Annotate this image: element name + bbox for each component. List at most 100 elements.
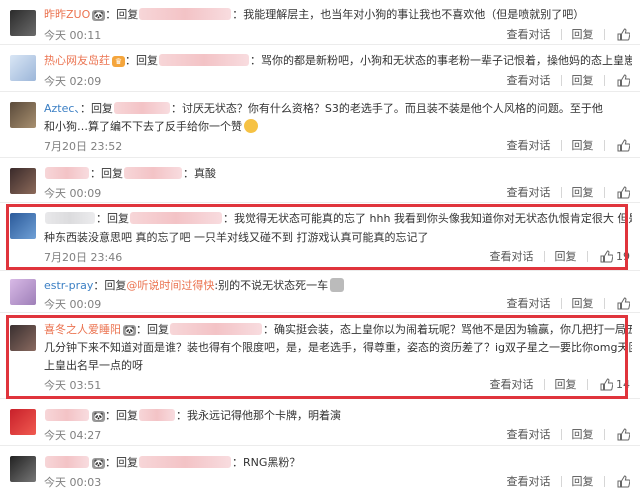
thumbs-up-icon[interactable] <box>617 185 630 199</box>
comment-actions: 查看对话 回复 <box>497 426 630 442</box>
comment-body: 几分钟下来不知道对面是谁？装也得有个限度吧，是，是老选手，得尊重，姿态的资历差了… <box>44 341 632 354</box>
reply-link[interactable]: 回复 <box>572 295 594 311</box>
avatar[interactable] <box>10 55 36 81</box>
divider <box>543 378 545 390</box>
thumbs-up-icon[interactable] <box>617 73 630 87</box>
avatar[interactable] <box>10 409 36 435</box>
view-conversation-link[interactable]: 查看对话 <box>490 376 534 392</box>
divider <box>603 74 605 86</box>
avatar[interactable] <box>10 213 36 239</box>
reply-link[interactable]: 回复 <box>572 72 594 88</box>
divider <box>560 74 562 86</box>
avatar[interactable] <box>10 168 36 194</box>
comment-item: 🐼 ：回复 ：我永远记得他那个卡牌，明着演 今天 04:27 查看对话 回复 <box>0 399 640 446</box>
like-count: 19 <box>616 249 630 263</box>
reply-link[interactable]: 回复 <box>572 26 594 42</box>
reply-prefix: 回复 <box>116 456 138 469</box>
reply-prefix: 回复 <box>136 54 158 67</box>
timestamp: 7月20日 23:46 <box>44 251 123 264</box>
username[interactable]: Aztec、 <box>44 102 80 115</box>
avatar[interactable] <box>10 279 36 305</box>
comment-actions: 查看对话 回复 <box>497 295 630 311</box>
comment-actions: 查看对话 回复 <box>497 72 630 88</box>
thumbs-up-icon[interactable] <box>600 249 613 263</box>
comment-text: ：回复 ：真酸 <box>44 163 632 185</box>
divider <box>560 475 562 487</box>
username[interactable]: 热心网友岛荭 <box>44 54 110 67</box>
reply-link[interactable]: 回复 <box>572 184 594 200</box>
blurred-username <box>159 54 249 66</box>
blurred-username <box>139 8 232 20</box>
blurred-username <box>45 456 89 468</box>
mention-link[interactable]: @听说时间过得快 <box>126 279 214 292</box>
comment-text: estr-pray：回复@听说时间过得快:别的不说无状态死一车 <box>44 275 632 297</box>
comment-body: 和小狗…算了编不下去了反手给你一个赞 <box>44 120 242 133</box>
panda-badge-icon: 🐼 <box>92 10 106 21</box>
username[interactable]: 喜冬之人爱睡阳 <box>44 323 121 336</box>
comment-text: 昨昨ZUO 🐼 ：回复 ：我能理解层主，也当年对小狗的事让我也不喜欢他（但是喷就别了吧… <box>44 8 585 21</box>
avatar[interactable] <box>10 456 36 482</box>
divider <box>560 297 562 309</box>
comment-body: 我能理解层主，也当年对小狗的事让我也不喜欢他（但是喷就别了吧） <box>243 8 585 21</box>
avatar[interactable] <box>10 102 36 128</box>
comment-item: 热心网友岛荭 ♛ ：回复 ：骂你的都是新粉吧，小狗和无状态的事老粉一辈子记恨着，操他妈… <box>0 45 640 92</box>
panda-badge-icon: 🐼 <box>92 458 105 469</box>
comment-actions: 查看对话 回复 <box>497 137 630 153</box>
thumbs-up-icon[interactable] <box>617 474 630 488</box>
timestamp: 7月20日 23:52 <box>44 140 123 153</box>
comment-text: 🐼 ：回复 ：RNG黑粉？ <box>44 452 632 474</box>
view-conversation-link[interactable]: 查看对话 <box>507 137 551 153</box>
username[interactable]: estr-pray <box>44 279 93 292</box>
thumbs-up-icon[interactable] <box>617 427 630 441</box>
reply-link[interactable]: 回复 <box>555 248 577 264</box>
view-conversation-link[interactable]: 查看对话 <box>507 26 551 42</box>
view-conversation-link[interactable]: 查看对话 <box>507 426 551 442</box>
comment-item: 喜冬之人爱睡阳 🐼 ：回复 ：确实挺会装，态上皇你以为闹着玩呢？骂他不是因为输赢，你几… <box>0 313 640 399</box>
divider <box>560 428 562 440</box>
comment-actions: 查看对话 回复 <box>497 184 630 200</box>
verified-badge-icon: ♛ <box>112 56 125 67</box>
timestamp: 今天 00:09 <box>44 187 102 200</box>
comment-text-cont: 上皇出名早一点的呀 <box>44 355 632 377</box>
reply-prefix: 回复 <box>147 323 169 336</box>
reply-link[interactable]: 回复 <box>555 376 577 392</box>
username[interactable]: 昨昨ZUO <box>44 8 90 21</box>
divider <box>586 250 588 262</box>
view-conversation-link[interactable]: 查看对话 <box>507 473 551 489</box>
comment-body: 我觉得无状态可能真的忘了 hhh 我看到你头像我知道你对无状态仇恨肯定很大 但是… <box>234 212 632 225</box>
divider <box>560 139 562 151</box>
comment-item: estr-pray：回复@听说时间过得快:别的不说无状态死一车 今天 00:09… <box>0 271 640 313</box>
thumbs-up-icon[interactable] <box>600 377 613 391</box>
thumbs-up-icon[interactable] <box>617 27 630 41</box>
divider <box>603 428 605 440</box>
blurred-username <box>130 212 222 224</box>
blurred-username <box>170 323 262 335</box>
comment-text-cont: 种东西装没意思吧 真的忘了吧 一只羊对线又碰不到 打游戏认真可能真的忘记了 <box>44 227 632 249</box>
comment-actions: 查看对话 回复 <box>497 26 630 42</box>
view-conversation-link[interactable]: 查看对话 <box>507 72 551 88</box>
view-conversation-link[interactable]: 查看对话 <box>507 295 551 311</box>
timestamp: 今天 02:09 <box>44 75 102 88</box>
comment-text: 热心网友岛荭 ♛ ：回复 ：骂你的都是新粉吧，小狗和无状态的事老粉一辈子记恨着，操他妈… <box>44 50 632 72</box>
divider <box>543 250 545 262</box>
avatar[interactable] <box>10 325 36 351</box>
comment-body: 真酸 <box>194 167 216 180</box>
view-conversation-link[interactable]: 查看对话 <box>490 248 534 264</box>
thumbs-up-icon[interactable] <box>617 296 630 310</box>
reply-link[interactable]: 回复 <box>572 137 594 153</box>
comment-body: 种东西装没意思吧 真的忘了吧 一只羊对线又碰不到 打游戏认真可能真的忘记了 <box>44 231 429 244</box>
reply-prefix: 回复 <box>107 212 129 225</box>
comment-item: Aztec、：回复 ：讨厌无状态？你有什么资格？S3的老选手了。而且装不装是他个人… <box>0 92 640 158</box>
thumbs-up-icon[interactable] <box>617 138 630 152</box>
divider <box>603 297 605 309</box>
avatar[interactable] <box>10 10 36 36</box>
timestamp: 今天 00:11 <box>44 29 102 42</box>
reply-link[interactable]: 回复 <box>572 473 594 489</box>
divider <box>560 28 562 40</box>
view-conversation-link[interactable]: 查看对话 <box>507 184 551 200</box>
divider <box>586 378 588 390</box>
divider <box>603 28 605 40</box>
blurred-username <box>45 167 89 179</box>
reply-link[interactable]: 回复 <box>572 426 594 442</box>
divider <box>603 475 605 487</box>
